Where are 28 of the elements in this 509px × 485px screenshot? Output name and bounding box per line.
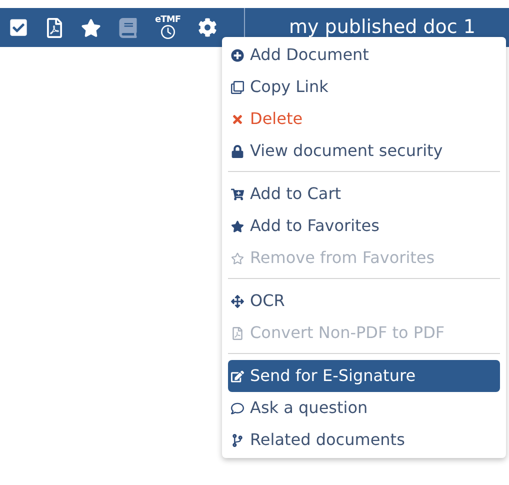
- menu-item[interactable]: Add Document: [228, 39, 500, 71]
- pdf-file-icon[interactable]: [45, 18, 64, 38]
- pdf-file-icon: [231, 326, 244, 340]
- menu-item[interactable]: Ask a question: [228, 392, 500, 424]
- menu-item[interactable]: OCR: [228, 285, 500, 317]
- menu-item[interactable]: Add to Favorites: [228, 210, 500, 242]
- menu-item[interactable]: Delete: [228, 103, 500, 135]
- checkbox-icon[interactable]: [9, 18, 28, 37]
- cart-icon: [231, 188, 244, 200]
- star-icon[interactable]: [81, 18, 101, 38]
- copy-icon: [231, 80, 244, 94]
- edit-icon: [231, 370, 244, 382]
- lock-icon: [231, 144, 244, 158]
- clock-icon: [160, 25, 175, 39]
- settings-icon[interactable]: [198, 18, 217, 37]
- menu-item[interactable]: View document security: [228, 135, 500, 167]
- menu-item[interactable]: Add to Cart: [228, 178, 500, 210]
- etmf-clock-button[interactable]: eTMF: [155, 16, 181, 39]
- star-outline-icon: [231, 252, 244, 264]
- menu-item[interactable]: Copy Link: [228, 71, 500, 103]
- menu-item[interactable]: Related documents: [228, 424, 500, 456]
- speech-bubble-icon: [231, 402, 244, 414]
- star-icon: [231, 220, 244, 232]
- move-arrows-icon: [231, 294, 244, 308]
- menu-item[interactable]: Send for E-Signature: [228, 360, 500, 392]
- close-icon: [231, 112, 244, 126]
- branch-icon: [231, 434, 244, 446]
- document-title: my published doc 1: [289, 15, 476, 40]
